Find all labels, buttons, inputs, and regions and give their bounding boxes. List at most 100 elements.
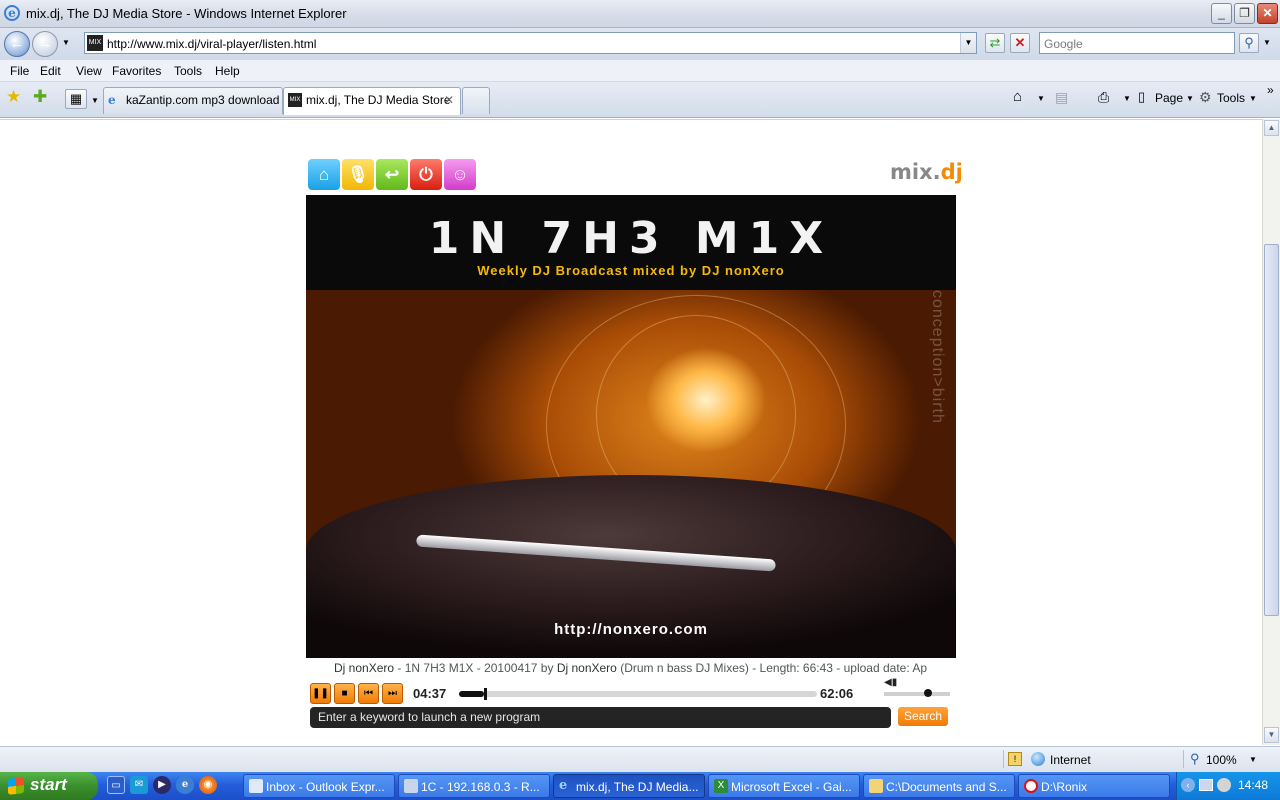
home-icon[interactable]: ⌂ bbox=[1013, 88, 1022, 105]
stop-button[interactable]: ■ bbox=[334, 683, 355, 704]
ie-page-icon: e bbox=[108, 93, 116, 107]
task-outlook[interactable]: Inbox - Outlook Expr... bbox=[243, 774, 395, 798]
restore-button[interactable]: ❐ bbox=[1234, 3, 1255, 24]
tab-kazantip[interactable]: e kaZantip.com mp3 download ... bbox=[103, 87, 283, 114]
task-explorer[interactable]: C:\Documents and S... bbox=[863, 774, 1015, 798]
gear-icon: ⚙ bbox=[1199, 89, 1212, 105]
volume-icon: ◀▮ bbox=[884, 677, 898, 688]
ie-quicklaunch-icon[interactable]: e bbox=[176, 776, 194, 794]
menu-tools[interactable]: Tools bbox=[174, 64, 202, 78]
feeds-icon[interactable]: ▤ bbox=[1055, 89, 1068, 106]
address-dropdown-icon[interactable]: ▼ bbox=[960, 33, 976, 53]
return-nav-icon[interactable]: ↩ bbox=[376, 159, 408, 190]
toolbar-overflow-icon[interactable]: » bbox=[1267, 83, 1274, 97]
close-tab-icon[interactable]: ✕ bbox=[444, 93, 454, 107]
zoom-level[interactable]: 100% bbox=[1206, 753, 1237, 767]
network-tray-icon[interactable] bbox=[1199, 779, 1213, 791]
mixdj-logo[interactable]: mix.dj bbox=[890, 160, 963, 184]
microphone-nav-icon[interactable]: 🎙 bbox=[342, 159, 374, 190]
excel-task-icon: X bbox=[714, 779, 728, 793]
volume-slider[interactable] bbox=[884, 689, 950, 697]
cover-side-text: conception>birth bbox=[929, 290, 946, 424]
cover-url: http://nonxero.com bbox=[554, 621, 708, 638]
remaining-time: 62:06 bbox=[820, 686, 854, 701]
volume-handle[interactable] bbox=[923, 689, 932, 697]
back-button[interactable]: ← bbox=[4, 31, 30, 57]
zone-label[interactable]: Internet bbox=[1050, 753, 1091, 767]
menu-view[interactable]: View bbox=[76, 64, 102, 78]
scroll-up-icon[interactable]: ▲ bbox=[1264, 120, 1279, 136]
menu-favorites[interactable]: Favorites bbox=[112, 64, 161, 78]
favorites-star-icon[interactable]: ★ bbox=[6, 87, 21, 107]
task-excel[interactable]: X Microsoft Excel - Gai... bbox=[708, 774, 860, 798]
remote-desktop-task-icon bbox=[404, 779, 418, 793]
firefox-quicklaunch-icon[interactable]: ◉ bbox=[199, 776, 217, 794]
tools-dropdown-icon[interactable]: ▼ bbox=[1249, 94, 1257, 103]
scroll-down-icon[interactable]: ▼ bbox=[1264, 727, 1279, 743]
media-player-quicklaunch-icon[interactable]: ▶ bbox=[153, 776, 171, 794]
tab-list-icon[interactable]: ▼ bbox=[91, 96, 99, 105]
power-nav-icon[interactable]: ⏻ bbox=[410, 159, 442, 190]
clock[interactable]: 14:48 bbox=[1238, 778, 1268, 792]
task-ronix[interactable]: D:\Ronix bbox=[1018, 774, 1170, 798]
address-toolbar: ← → ▼ MIX http://www.mix.dj/viral-player… bbox=[0, 28, 1280, 60]
outlook-task-icon bbox=[249, 779, 263, 793]
search-icon[interactable]: ⚲ bbox=[1239, 33, 1259, 53]
search-placeholder: Google bbox=[1044, 37, 1083, 51]
tools-menu[interactable]: Tools bbox=[1217, 91, 1245, 105]
quick-tabs-icon[interactable]: ▦ bbox=[65, 89, 87, 109]
start-button[interactable]: start bbox=[0, 772, 98, 800]
page-dropdown-icon[interactable]: ▼ bbox=[1186, 94, 1194, 103]
new-tab-button[interactable] bbox=[462, 87, 490, 114]
search-input[interactable]: Google bbox=[1039, 32, 1235, 54]
cover-subtitle: Weekly DJ Broadcast mixed by DJ nonXero bbox=[477, 263, 785, 278]
close-button[interactable]: ✕ bbox=[1257, 3, 1278, 24]
scroll-thumb[interactable] bbox=[1264, 244, 1279, 616]
address-field[interactable]: MIX http://www.mix.dj/viral-player/liste… bbox=[84, 32, 977, 54]
keyword-input[interactable]: Enter a keyword to launch a new program bbox=[310, 707, 891, 728]
outlook-quicklaunch-icon[interactable]: ✉ bbox=[130, 776, 148, 794]
task-ie[interactable]: e mix.dj, The DJ Media... bbox=[553, 774, 705, 798]
next-button[interactable]: ⏭ bbox=[382, 683, 403, 704]
track-artist[interactable]: Dj nonXero bbox=[334, 661, 394, 675]
history-dropdown-icon[interactable]: ▼ bbox=[62, 38, 70, 47]
add-favorite-icon[interactable]: ✚ bbox=[33, 87, 47, 107]
tab-label: kaZantip.com mp3 download ... bbox=[126, 93, 283, 107]
search-options-icon[interactable]: ▼ bbox=[1263, 38, 1271, 47]
refresh-icon[interactable]: ⇄ bbox=[985, 33, 1005, 53]
tray-expand-icon[interactable]: ‹ bbox=[1181, 778, 1195, 792]
address-url[interactable]: http://www.mix.dj/viral-player/listen.ht… bbox=[107, 37, 316, 51]
menu-help[interactable]: Help bbox=[215, 64, 240, 78]
stop-icon[interactable]: ✕ bbox=[1010, 33, 1030, 53]
track-author[interactable]: Dj nonXero bbox=[557, 661, 617, 675]
previous-button[interactable]: ⏮ bbox=[358, 683, 379, 704]
home-dropdown-icon[interactable]: ▼ bbox=[1037, 94, 1045, 103]
cover-title: 1N 7H3 M1X bbox=[428, 213, 834, 264]
ie-logo-icon: e bbox=[4, 5, 20, 21]
show-desktop-icon[interactable]: ▭ bbox=[107, 776, 125, 794]
page-menu[interactable]: Page bbox=[1155, 91, 1183, 105]
user-nav-icon[interactable]: ☺ bbox=[444, 159, 476, 190]
pause-button[interactable]: ❚❚ bbox=[310, 683, 331, 704]
title-bar: e mix.dj, The DJ Media Store - Windows I… bbox=[0, 0, 1280, 28]
progress-bar[interactable] bbox=[459, 688, 817, 700]
zoom-dropdown-icon[interactable]: ▼ bbox=[1249, 755, 1257, 764]
progress-handle[interactable] bbox=[483, 688, 487, 700]
print-dropdown-icon[interactable]: ▼ bbox=[1123, 94, 1131, 103]
menu-file[interactable]: File bbox=[10, 64, 29, 78]
search-button[interactable]: Search bbox=[898, 707, 948, 726]
menu-edit[interactable]: Edit bbox=[40, 64, 61, 78]
elapsed-time: 04:37 bbox=[413, 686, 447, 701]
home-nav-icon[interactable]: ⌂ bbox=[308, 159, 340, 190]
zoom-icon: ⚲ bbox=[1190, 751, 1200, 766]
track-title: 1N 7H3 M1X - 20100417 bbox=[404, 661, 538, 675]
minimize-button[interactable]: _ bbox=[1211, 3, 1232, 24]
protected-mode-icon[interactable]: ! bbox=[1008, 752, 1022, 766]
forward-button[interactable]: → bbox=[32, 31, 58, 57]
security-tray-icon[interactable] bbox=[1217, 778, 1231, 792]
task-remote[interactable]: 1C - 192.168.0.3 - R... bbox=[398, 774, 550, 798]
start-label: start bbox=[30, 775, 67, 794]
tab-mixdj[interactable]: MIX mix.dj, The DJ Media Store ✕ bbox=[283, 87, 461, 115]
vertical-scrollbar[interactable]: ▲ ▼ bbox=[1262, 119, 1280, 745]
print-icon[interactable]: ⎙ bbox=[1098, 89, 1109, 106]
